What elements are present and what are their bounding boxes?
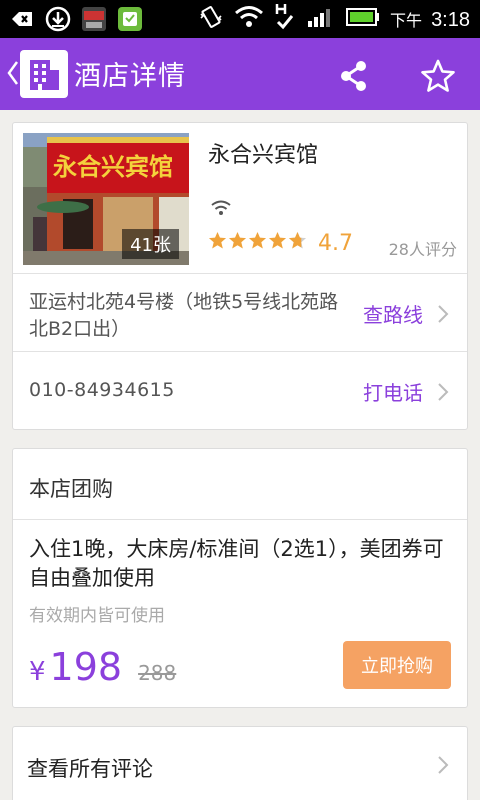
chevron-right-icon	[438, 382, 449, 401]
title-bar: 酒店详情	[0, 38, 480, 110]
market-icon	[116, 5, 144, 33]
download-icon	[44, 5, 72, 33]
adb-icon	[8, 5, 36, 33]
deal-title[interactable]: 入住1晚，大床房/标准间（2选1），美团券可自由叠加使用	[29, 535, 449, 593]
clock: 下午 3:18	[390, 7, 470, 32]
deal-validity: 有效期内皆可使用	[29, 606, 165, 626]
battery-icon	[345, 7, 380, 31]
status-bar: 下午 3:18	[0, 0, 480, 38]
route-label: 查路线	[363, 303, 423, 327]
page-title: 酒店详情	[74, 61, 186, 92]
hotel-photo[interactable]: 永合兴宾馆 41张	[23, 133, 189, 265]
wifi-amenity-icon	[210, 198, 232, 218]
chevron-right-icon	[438, 304, 449, 323]
rating-score: 4.7	[318, 231, 353, 256]
star-full-icon	[268, 231, 287, 249]
chevron-right-icon	[438, 756, 449, 774]
share-icon	[341, 61, 366, 91]
all-reviews-label: 查看所有评论	[27, 757, 153, 781]
svg-text:永合兴宾馆: 永合兴宾馆	[53, 152, 173, 181]
signal-icon	[306, 5, 336, 33]
hotel-name: 永合兴宾馆	[208, 143, 319, 168]
star-partial-icon	[288, 231, 307, 249]
network-type-icon	[274, 2, 296, 36]
hotel-address: 亚运村北苑4号楼（地铁5号线北苑路北B2口出）	[29, 291, 339, 340]
divider	[13, 519, 467, 520]
call-button[interactable]: 打电话	[363, 377, 449, 406]
review-count: 28人评分	[388, 240, 457, 259]
photo-count-badge: 41张	[122, 229, 179, 259]
group-buy-title: 本店团购	[29, 477, 113, 501]
buy-now-button[interactable]: 立即抢购	[343, 641, 451, 689]
star-outline-icon	[421, 59, 455, 92]
group-buy-card: 本店团购 入住1晚，大床房/标准间（2选1），美团券可自由叠加使用 有效期内皆可…	[12, 448, 468, 708]
back-chevron-icon[interactable]	[6, 60, 20, 86]
hotel-building-icon[interactable]	[20, 50, 68, 98]
wifi-icon	[234, 4, 264, 34]
favorite-button[interactable]	[414, 52, 462, 100]
route-button[interactable]: 查路线	[363, 299, 449, 328]
star-full-icon	[208, 231, 227, 249]
hotel-phone: 010-84934615	[29, 379, 175, 401]
vibrate-icon	[198, 4, 224, 34]
divider	[13, 351, 467, 352]
star-full-icon	[248, 231, 267, 249]
price-block: ¥ 198 288	[29, 645, 176, 689]
deal-price: 198	[49, 645, 123, 689]
system-icons: 下午 3:18	[198, 3, 470, 35]
all-reviews-row[interactable]: 查看所有评论	[12, 726, 468, 800]
hotel-info-card: 永合兴宾馆 41张 永合兴宾馆 4.7 28人评分 亚运村北苑4号楼（地铁5号线…	[12, 122, 468, 430]
original-price: 288	[138, 661, 177, 685]
divider	[13, 273, 467, 274]
rating-stars	[208, 231, 307, 250]
star-full-icon	[228, 231, 247, 249]
notification-icons	[8, 5, 144, 33]
clock-time: 3:18	[431, 8, 470, 31]
currency-symbol: ¥	[29, 657, 46, 687]
clock-ampm: 下午	[389, 10, 422, 30]
wifi-app-icon	[80, 5, 108, 33]
share-button[interactable]	[332, 54, 376, 98]
call-label: 打电话	[363, 381, 423, 405]
